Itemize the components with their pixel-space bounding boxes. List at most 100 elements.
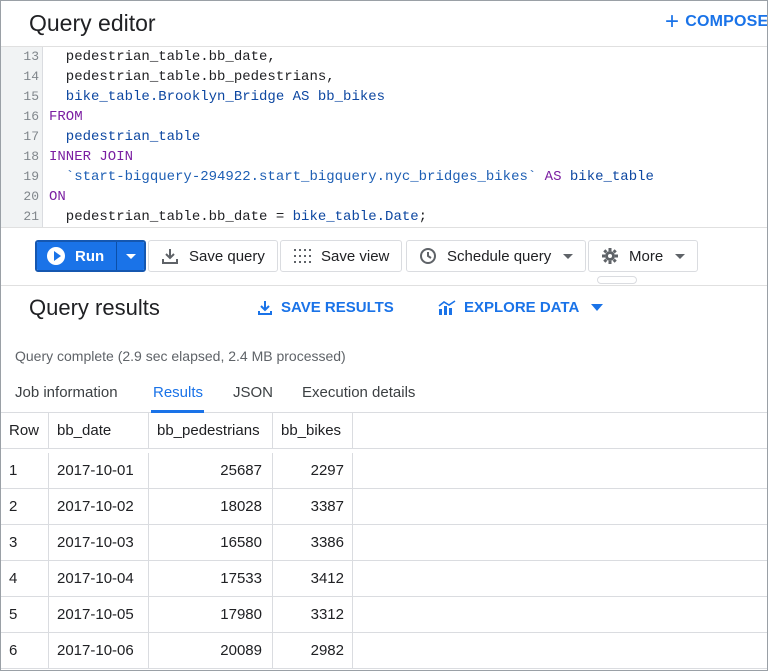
tab-execution-details[interactable]: Execution details xyxy=(302,384,415,401)
table-row: 3 2017-10-03 16580 3386 xyxy=(1,525,767,561)
editor-title: Query editor xyxy=(29,10,156,36)
code-token: pedestrian_table.bb_date, xyxy=(49,49,276,65)
table-cell: 17980 xyxy=(149,597,273,633)
editor-header: Query editor + COMPOSE xyxy=(1,1,768,47)
line-number: 14 xyxy=(23,69,39,84)
column-header[interactable]: bb_date xyxy=(49,413,149,449)
table-cell: 4 xyxy=(1,561,49,597)
query-status: Query complete (2.9 sec elapsed, 2.4 MB … xyxy=(15,348,346,364)
code-token: pedestrian_table xyxy=(49,129,201,145)
column-header[interactable]: bb_bikes xyxy=(273,413,353,449)
table-cell: 25687 xyxy=(149,453,273,489)
code-token: bike_table xyxy=(569,169,654,185)
compose-label: COMPOSE xyxy=(685,13,768,30)
code-line: 18 INNER JOIN xyxy=(1,147,767,167)
table-row: 4 2017-10-04 17533 3412 xyxy=(1,561,767,597)
line-number: 15 xyxy=(23,89,39,104)
line-number: 17 xyxy=(23,129,39,144)
line-number: 21 xyxy=(23,209,39,224)
table-cell: 2017-10-06 xyxy=(49,633,149,669)
download-icon xyxy=(257,300,273,316)
code-text: ON xyxy=(49,187,66,207)
results-tabs: Job information Results JSON Execution d… xyxy=(1,373,767,413)
chart-icon xyxy=(438,299,456,316)
table-cell: 2017-10-01 xyxy=(49,453,149,489)
resize-handle[interactable] xyxy=(597,276,637,284)
code-text: pedestrian_table.bb_pedestrians, xyxy=(49,67,335,87)
table-cell: 3412 xyxy=(273,561,353,597)
code-token: bike_table.Date xyxy=(292,209,419,225)
code-token: AS xyxy=(536,169,570,185)
table-cell: 20089 xyxy=(149,633,273,669)
table-cell: 1 xyxy=(1,453,49,489)
column-header[interactable]: Row xyxy=(1,413,49,449)
code-token: FROM xyxy=(49,109,83,125)
code-line: 19 `start-bigquery-294922.start_bigquery… xyxy=(1,167,767,187)
results-title: Query results xyxy=(29,295,160,320)
table-row: 1 2017-10-01 25687 2297 xyxy=(1,453,767,489)
editor-toolbar: Run Save query Save view Schedule query … xyxy=(1,227,767,285)
code-token: INNER JOIN xyxy=(49,149,134,165)
results-header: Query results SAVE RESULTS EXPLORE DATA xyxy=(1,285,767,331)
sql-code-editor[interactable]: 13 pedestrian_table.bb_date, 14 pedestria… xyxy=(1,47,767,227)
chevron-down-icon xyxy=(591,304,604,311)
table-header-row: Row bb_date bb_pedestrians bb_bikes xyxy=(1,413,767,449)
code-text: pedestrian_table xyxy=(49,127,200,147)
code-line: 16 FROM xyxy=(1,107,767,127)
table-cell: 2017-10-04 xyxy=(49,561,149,597)
run-button-group: Run xyxy=(35,240,147,272)
more-button[interactable]: More xyxy=(588,240,699,272)
run-button[interactable]: Run xyxy=(37,242,117,270)
bigquery-window: Query editor + COMPOSE 13 pedestrian_tab… xyxy=(0,0,768,671)
code-line: 13 pedestrian_table.bb_date, xyxy=(1,47,767,67)
save-query-button[interactable]: Save query xyxy=(148,240,278,272)
clock-icon xyxy=(419,247,437,265)
line-number: 20 xyxy=(23,189,39,204)
chevron-down-icon xyxy=(125,253,136,259)
save-results-label: SAVE RESULTS xyxy=(281,299,394,316)
tab-job-information[interactable]: Job information xyxy=(15,384,118,401)
code-line: 21 pedestrian_table.bb_date = bike_table… xyxy=(1,207,767,227)
table-cell: 3 xyxy=(1,525,49,561)
save-view-button[interactable]: Save view xyxy=(280,240,403,272)
code-token: ON xyxy=(49,189,66,205)
run-options-button[interactable] xyxy=(116,242,145,270)
chevron-down-icon xyxy=(675,253,686,259)
plus-icon: + xyxy=(665,8,680,35)
line-number: 13 xyxy=(23,49,39,64)
schedule-query-button[interactable]: Schedule query xyxy=(406,240,587,272)
table-cell: 5 xyxy=(1,597,49,633)
line-number: 18 xyxy=(23,149,39,164)
code-text: bike_table.Brooklyn_Bridge AS bb_bikes xyxy=(49,87,385,107)
code-token: ; xyxy=(418,209,428,225)
table-cell: 6 xyxy=(1,633,49,669)
code-text: pedestrian_table.bb_date = bike_table.Da… xyxy=(49,207,427,227)
table-cell: 2297 xyxy=(273,453,353,489)
table-cell: 2017-10-02 xyxy=(49,489,149,525)
table-cell: 3386 xyxy=(273,525,353,561)
code-token: pedestrian_table.bb_date = xyxy=(49,209,293,225)
table-cell: 2982 xyxy=(273,633,353,669)
code-token: bike_table.Brooklyn_Bridge AS bb_bikes xyxy=(49,89,386,105)
code-text: FROM xyxy=(49,107,83,127)
column-header[interactable]: bb_pedestrians xyxy=(149,413,273,449)
save-view-label: Save view xyxy=(321,247,390,265)
tab-results[interactable]: Results xyxy=(153,384,203,401)
table-row: 6 2017-10-06 20089 2982 xyxy=(1,633,767,669)
explore-data-button[interactable]: EXPLORE DATA xyxy=(438,299,604,316)
explore-data-label: EXPLORE DATA xyxy=(464,299,580,316)
code-text: pedestrian_table.bb_date, xyxy=(49,47,276,67)
table-row: 2 2017-10-02 18028 3387 xyxy=(1,489,767,525)
line-number: 19 xyxy=(23,169,39,184)
code-token: `start-bigquery-294922.start_bigquery.ny… xyxy=(49,169,537,185)
code-line: 17 pedestrian_table xyxy=(1,127,767,147)
save-results-button[interactable]: SAVE RESULTS xyxy=(257,299,394,316)
code-line: 20 ON xyxy=(1,187,767,207)
download-icon xyxy=(161,247,179,265)
table-cell: 2 xyxy=(1,489,49,525)
tab-json[interactable]: JSON xyxy=(233,384,273,401)
compose-button[interactable]: + COMPOSE xyxy=(665,8,768,35)
line-number: 16 xyxy=(23,109,39,124)
grid-dots-icon xyxy=(293,247,311,265)
table-cell: 2017-10-05 xyxy=(49,597,149,633)
